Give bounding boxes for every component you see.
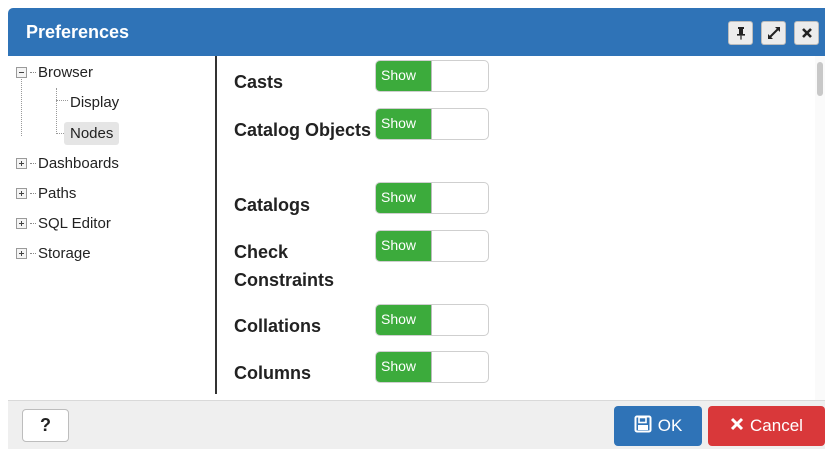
tree-connector	[56, 88, 57, 134]
toggle-on-label: Show	[376, 183, 432, 213]
toggle-on-label: Show	[376, 231, 432, 261]
tree-item-dashboards[interactable]: Dashboards	[16, 152, 119, 174]
tree-item-paths[interactable]: Paths	[16, 182, 76, 204]
tree-item-label: Paths	[38, 184, 77, 202]
cancel-icon	[730, 416, 744, 436]
settings-panel: Casts Show Catalog Objects Show Catalogs…	[218, 56, 808, 400]
save-icon	[634, 415, 652, 438]
cancel-label: Cancel	[750, 416, 803, 435]
collapse-icon[interactable]	[16, 66, 27, 78]
scrollbar-thumb[interactable]	[817, 62, 823, 96]
tree-item-nodes[interactable]: Nodes	[64, 121, 120, 145]
dialog-footer: ? OK Cancel	[8, 400, 825, 449]
setting-label-columns: Columns	[234, 363, 312, 383]
expand-icon[interactable]	[16, 157, 27, 169]
toggle-on-label: Show	[376, 305, 432, 335]
toggle-columns[interactable]: Show	[375, 351, 489, 383]
tree-item-label: Storage	[38, 244, 91, 262]
maximize-icon	[767, 26, 781, 40]
expand-icon[interactable]	[16, 187, 27, 199]
setting-label-check-constraints: Check Constraints	[234, 242, 335, 290]
tree-item-label: Display	[70, 93, 120, 111]
toggle-casts[interactable]: Show	[375, 60, 489, 92]
setting-label-catalogs: Catalogs	[234, 195, 311, 215]
preferences-dialog: Preferences Browser Display Nodes Dashbo…	[0, 0, 825, 449]
help-button[interactable]: ?	[22, 409, 69, 442]
toggle-on-label: Show	[376, 109, 432, 139]
toggle-catalogs[interactable]: Show	[375, 182, 489, 214]
dialog-titlebar[interactable]: Preferences	[8, 8, 825, 56]
close-button[interactable]	[794, 21, 819, 45]
preferences-tree: Browser Display Nodes Dashboards Paths S…	[16, 56, 216, 400]
tree-item-browser[interactable]: Browser	[16, 61, 93, 83]
pin-icon	[735, 26, 747, 40]
tree-connector	[21, 76, 22, 136]
setting-label-casts: Casts	[234, 72, 284, 92]
expand-icon[interactable]	[16, 247, 27, 259]
panel-divider	[215, 56, 217, 394]
toggle-on-label: Show	[376, 352, 432, 382]
tree-item-label: Dashboards	[38, 154, 119, 172]
ok-button[interactable]: OK	[614, 406, 702, 446]
tree-item-sql-editor[interactable]: SQL Editor	[16, 212, 111, 234]
dialog-title: Preferences	[26, 22, 130, 42]
cancel-button[interactable]: Cancel	[708, 406, 825, 446]
tree-item-display[interactable]: Display	[70, 91, 119, 113]
dialog-content: Browser Display Nodes Dashboards Paths S…	[8, 56, 825, 400]
tree-item-label: Nodes	[64, 121, 120, 145]
toggle-collations[interactable]: Show	[375, 304, 489, 336]
toggle-catalog-objects[interactable]: Show	[375, 108, 489, 140]
expand-icon[interactable]	[16, 217, 27, 229]
pin-button[interactable]	[728, 21, 753, 45]
tree-connector	[56, 100, 68, 101]
tree-item-storage[interactable]: Storage	[16, 242, 91, 264]
toggle-on-label: Show	[376, 61, 432, 91]
toggle-check-constraints[interactable]: Show	[375, 230, 489, 262]
tree-item-label: SQL Editor	[38, 214, 111, 232]
maximize-button[interactable]	[761, 21, 786, 45]
close-icon	[801, 27, 813, 39]
setting-label-collations: Collations	[234, 316, 322, 336]
ok-label: OK	[657, 416, 683, 435]
settings-scrollbar[interactable]	[815, 56, 825, 400]
setting-label-catalog-objects: Catalog Objects	[234, 120, 372, 140]
help-label: ?	[40, 415, 51, 435]
tree-item-label: Browser	[38, 63, 94, 81]
